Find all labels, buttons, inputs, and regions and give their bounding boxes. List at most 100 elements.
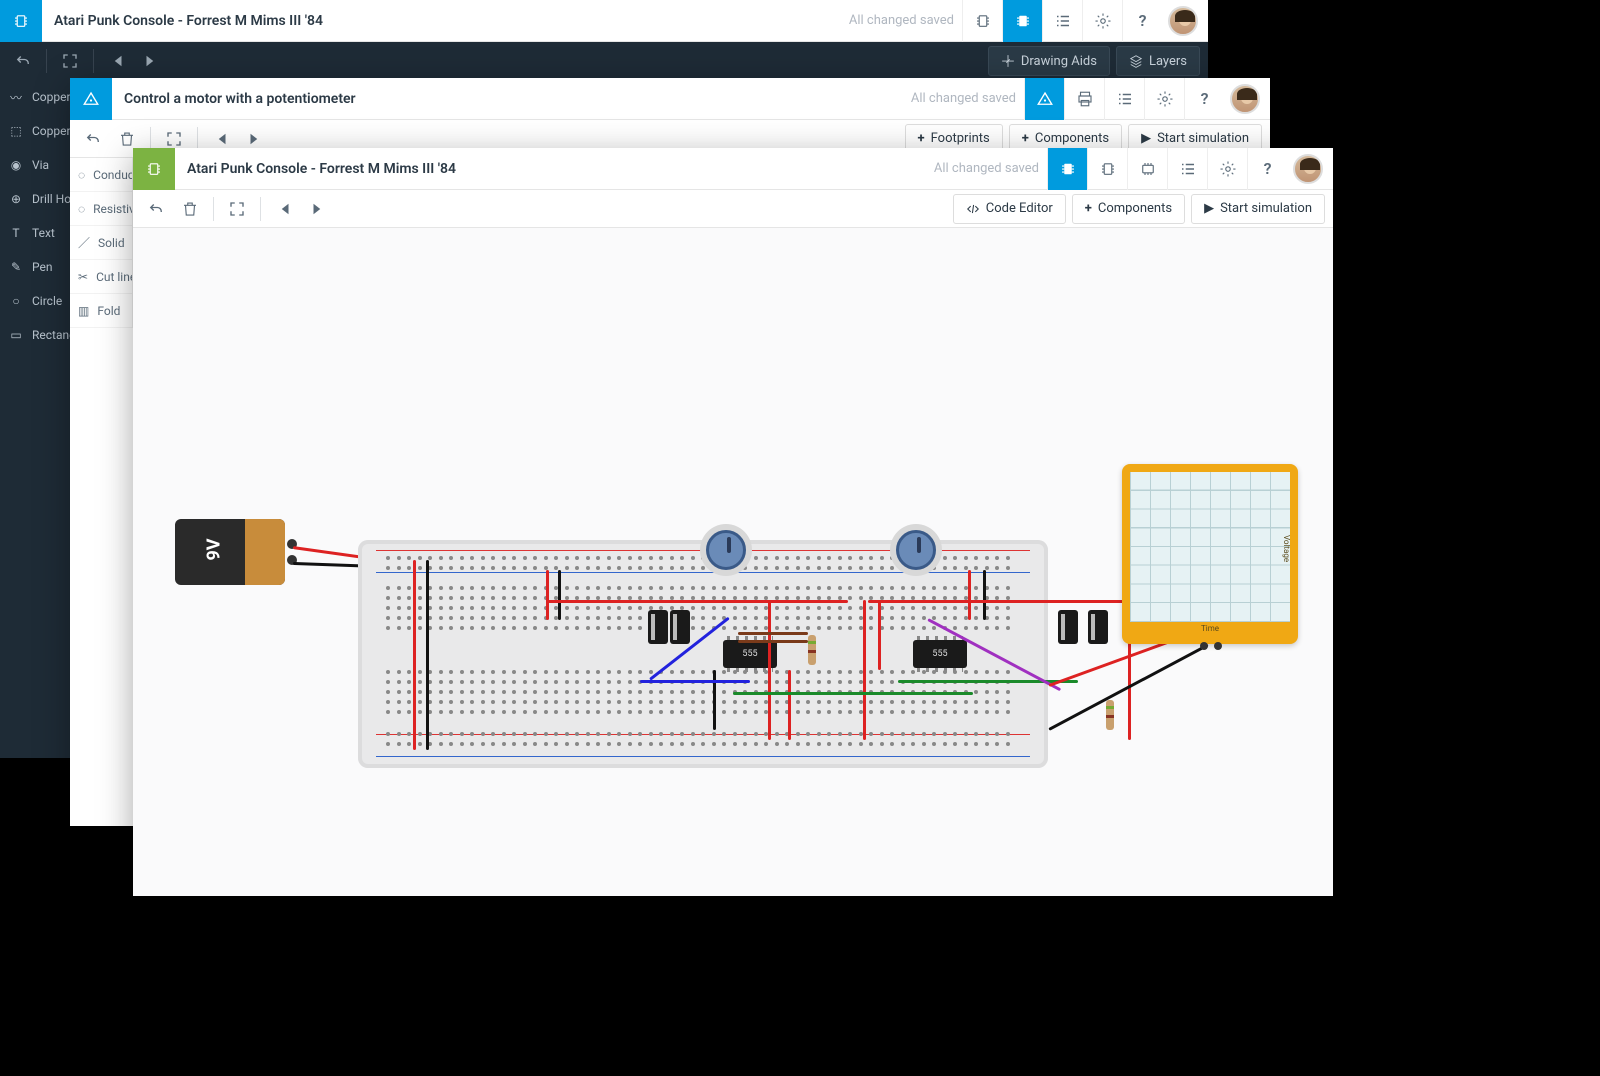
breadboard[interactable]: /*rows drawn below via JS*/ 555 555	[358, 540, 1048, 768]
capacitor[interactable]	[670, 610, 690, 644]
tool-cut[interactable]: ✂Cut line	[70, 260, 132, 294]
resistor[interactable]	[1106, 700, 1114, 730]
undo-button[interactable]	[78, 124, 108, 154]
skip-back-button[interactable]	[269, 194, 299, 224]
components-button[interactable]: +Components	[1072, 194, 1185, 224]
tool-drill[interactable]: ⊕Drill Hole	[0, 182, 72, 216]
tool-solid[interactable]: ／Solid	[70, 226, 132, 260]
help-button[interactable]: ?	[1122, 0, 1162, 42]
wire[interactable]	[983, 570, 986, 620]
header-bar: Atari Punk Console - Forrest M Mims III …	[133, 148, 1333, 190]
wire[interactable]	[968, 570, 971, 620]
wire[interactable]	[768, 600, 771, 740]
skip-forward-icon	[309, 200, 327, 218]
tool-text[interactable]: TText	[0, 216, 72, 250]
wire[interactable]	[546, 570, 549, 620]
simulate-button[interactable]: ▶Start simulation	[1191, 194, 1325, 224]
tool-copper-fill[interactable]: ⬚Copper	[0, 114, 72, 148]
tool-resistive[interactable]: ◌Resistive	[70, 192, 132, 226]
fit-button[interactable]	[55, 46, 85, 76]
tool-via[interactable]: ◉Via	[0, 148, 72, 182]
ic-555-2[interactable]: 555	[913, 640, 967, 668]
pen-icon: ✎	[8, 259, 24, 275]
wire[interactable]	[640, 680, 750, 683]
wire[interactable]	[548, 600, 848, 603]
capacitor[interactable]	[1058, 610, 1078, 644]
scissors-icon: ✂	[78, 270, 88, 284]
skip-back-icon	[212, 130, 230, 148]
app-logo[interactable]	[133, 148, 175, 190]
wire[interactable]	[713, 670, 716, 730]
tool-rectangle[interactable]: ▭Rectangle	[0, 318, 72, 352]
play-icon: ▶	[1141, 131, 1151, 146]
app-logo[interactable]	[0, 0, 42, 42]
wire[interactable]	[738, 640, 808, 643]
list-icon	[1054, 12, 1072, 30]
play-icon: ▶	[1204, 201, 1214, 216]
settings-button[interactable]	[1144, 78, 1184, 120]
bom-button[interactable]	[1167, 148, 1207, 190]
resistor[interactable]	[808, 635, 816, 665]
view-paper-button[interactable]	[1024, 78, 1064, 120]
wire[interactable]	[738, 632, 808, 635]
skip-forward-button[interactable]	[303, 194, 333, 224]
tool-pen[interactable]: ✎Pen	[0, 250, 72, 284]
undo-button[interactable]	[141, 194, 171, 224]
user-avatar[interactable]	[1230, 84, 1260, 114]
settings-button[interactable]	[1207, 148, 1247, 190]
user-avatar[interactable]	[1168, 6, 1198, 36]
print-button[interactable]	[1064, 78, 1104, 120]
gear-icon	[1219, 160, 1237, 178]
wire[interactable]	[413, 560, 416, 750]
wire[interactable]	[863, 600, 866, 740]
wire[interactable]	[878, 600, 881, 670]
fit-icon	[165, 130, 183, 148]
wire[interactable]	[733, 692, 973, 695]
undo-button[interactable]	[8, 46, 38, 76]
view-breadboard-button[interactable]	[1047, 148, 1087, 190]
drop-icon: ◌	[78, 202, 85, 216]
gear-icon	[1156, 90, 1174, 108]
fit-button[interactable]	[222, 194, 252, 224]
scope-ylabel: Voltage	[1282, 535, 1291, 562]
wire[interactable]	[868, 600, 1128, 603]
chip-icon	[12, 12, 30, 30]
wire[interactable]	[558, 570, 561, 620]
user-avatar[interactable]	[1293, 154, 1323, 184]
view-schematic-button[interactable]	[962, 0, 1002, 42]
scope-probe-1[interactable]	[1200, 642, 1208, 650]
oscilloscope[interactable]: Time Voltage	[1122, 464, 1298, 644]
design-canvas[interactable]: 9V /*rows drawn below via JS*/ 555 555	[133, 228, 1333, 896]
layers-button[interactable]: Layers	[1116, 46, 1200, 76]
tool-conductive[interactable]: ◌Conductive	[70, 158, 132, 192]
save-status: All changed saved	[911, 91, 1016, 106]
skip-forward-button[interactable]	[136, 46, 166, 76]
drop-icon: ◌	[78, 168, 85, 182]
wire[interactable]	[426, 560, 429, 750]
view-pcb-button[interactable]	[1002, 0, 1042, 42]
drawing-aids-button[interactable]: Drawing Aids	[988, 46, 1110, 76]
bom-button[interactable]	[1042, 0, 1082, 42]
tool-copper-trace[interactable]: 〰Copper	[0, 80, 72, 114]
view-pcb-button[interactable]	[1127, 148, 1167, 190]
battery-9v[interactable]: 9V	[175, 519, 285, 585]
scope-probe-2[interactable]	[1214, 642, 1222, 650]
settings-button[interactable]	[1082, 0, 1122, 42]
help-button[interactable]: ?	[1184, 78, 1224, 120]
bom-button[interactable]	[1104, 78, 1144, 120]
view-schematic-button[interactable]	[1087, 148, 1127, 190]
capacitor[interactable]	[648, 610, 668, 644]
wire[interactable]	[788, 670, 791, 740]
skip-back-button[interactable]	[102, 46, 132, 76]
code-icon	[966, 202, 980, 216]
tool-circle[interactable]: ○Circle	[0, 284, 72, 318]
code-editor-button[interactable]: Code Editor	[953, 194, 1066, 224]
potentiometer-2[interactable]	[896, 530, 936, 570]
help-button[interactable]: ?	[1247, 148, 1287, 190]
app-logo[interactable]	[70, 78, 112, 120]
delete-button[interactable]	[175, 194, 205, 224]
undo-icon	[14, 52, 32, 70]
tool-fold[interactable]: ▥Fold	[70, 294, 132, 328]
capacitor[interactable]	[1088, 610, 1108, 644]
potentiometer-1[interactable]	[706, 530, 746, 570]
